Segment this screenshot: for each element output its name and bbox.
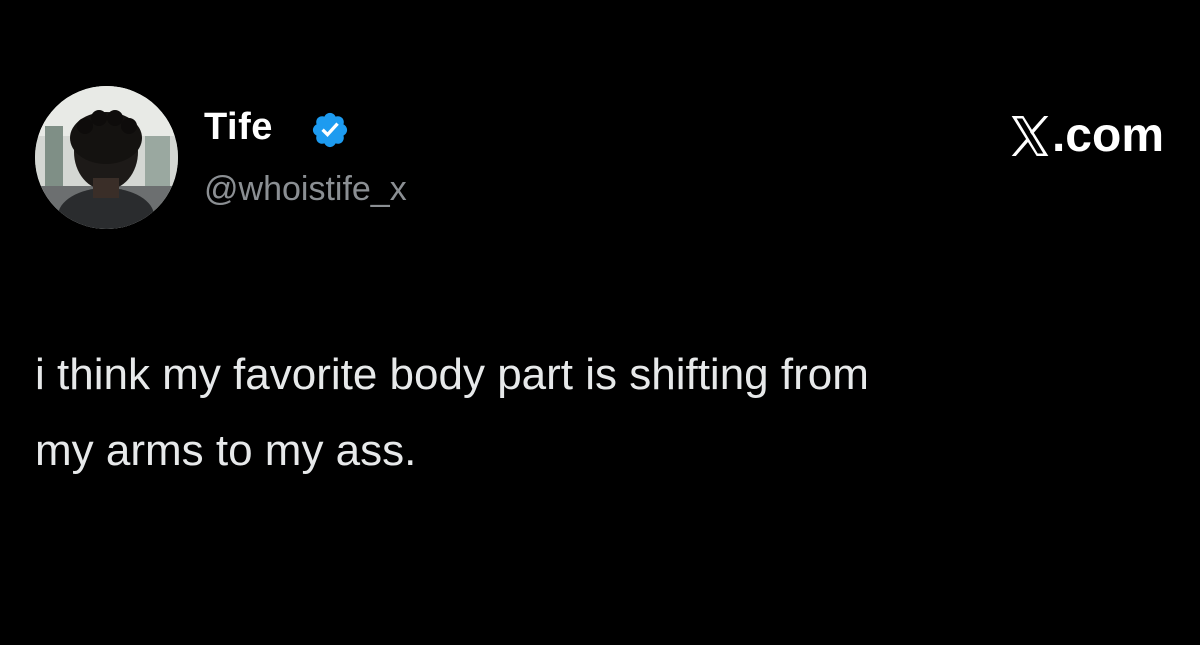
display-name[interactable]: Tife (204, 104, 273, 150)
tweet-card: Tife @whoistife_x .com i think my favori… (0, 0, 1200, 645)
handle[interactable]: @whoistife_x (204, 168, 407, 210)
avatar-image (35, 86, 178, 229)
brand-label: .com (1010, 108, 1164, 164)
tweet-text: i think my favorite body part is shiftin… (35, 350, 869, 475)
x-logo-icon (1011, 116, 1049, 156)
brand-domain-text: .com (1051, 109, 1164, 162)
avatar[interactable] (35, 86, 178, 229)
verified-badge-icon (312, 112, 348, 148)
